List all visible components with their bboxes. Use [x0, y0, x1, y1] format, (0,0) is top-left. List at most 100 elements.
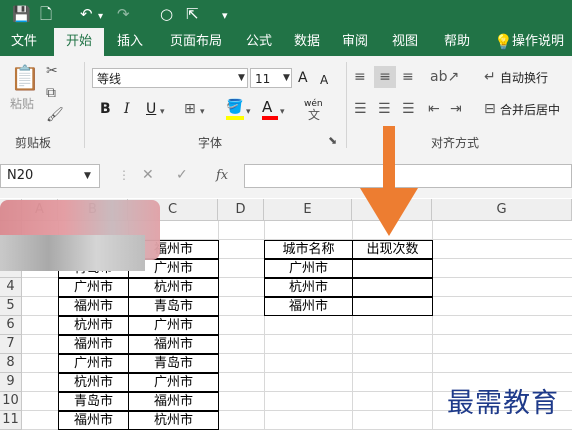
city-cell[interactable]: 福州市 [264, 297, 353, 316]
column-header[interactable]: G [432, 199, 572, 221]
chevron-down-icon[interactable]: ▾ [160, 103, 165, 121]
city-cell[interactable]: 广州市 [264, 259, 353, 278]
tell-me-search[interactable]: 操作说明 [512, 28, 572, 56]
italic-button[interactable]: I [124, 101, 130, 117]
tab-data[interactable]: 数据 [286, 28, 328, 56]
align-left-icon[interactable]: ☰ [354, 100, 367, 118]
pointer-icon[interactable]: ⇱ [186, 4, 199, 24]
wrap-text-button[interactable]: 自动换行 [500, 70, 548, 86]
increase-indent-icon[interactable]: ⇥ [450, 100, 462, 118]
cell-c[interactable]: 杭州市 [128, 411, 219, 430]
count-cell[interactable] [352, 278, 433, 297]
count-cell[interactable] [352, 259, 433, 278]
cut-icon[interactable]: ✂ [46, 62, 58, 80]
dialog-launcher-icon[interactable]: ⬊ [328, 132, 337, 150]
row-header[interactable]: 7 [0, 335, 22, 354]
cell-b[interactable]: 杭州市 [58, 316, 129, 335]
row-header[interactable]: 9 [0, 373, 22, 392]
chevron-down-icon[interactable]: ▾ [280, 103, 285, 121]
cell-c[interactable]: 广州市 [128, 316, 219, 335]
city-cell[interactable]: 杭州市 [264, 278, 353, 297]
tab-file[interactable]: 文件 [0, 28, 48, 56]
more-options-icon: ⋮ [118, 168, 130, 182]
cell-b[interactable]: 杭州市 [58, 373, 129, 392]
row-header[interactable]: 6 [0, 316, 22, 335]
insert-function-button[interactable]: fx [216, 168, 228, 184]
format-painter-icon[interactable]: 🖌 [46, 106, 64, 124]
align-center-icon[interactable]: ☰ [378, 100, 391, 118]
undo-dropdown-icon[interactable]: ▾ [98, 7, 103, 27]
cell-c[interactable]: 福州市 [128, 335, 219, 354]
merge-center-icon[interactable]: ⊟ [484, 100, 496, 118]
tab-formulas[interactable]: 公式 [238, 28, 280, 56]
blurred-header [0, 235, 145, 271]
cell-c[interactable]: 广州市 [128, 373, 219, 392]
column-header[interactable]: E [264, 199, 352, 221]
bold-button[interactable]: B [100, 101, 111, 117]
copy-icon[interactable]: ⧉ [46, 84, 56, 102]
lightbulb-icon[interactable]: 💡 [494, 28, 513, 56]
wrap-text-icon[interactable]: ↵ [484, 68, 496, 86]
customize-toolbar-icon[interactable]: ▾ [222, 6, 228, 26]
redo-icon[interactable]: ↷ [117, 4, 130, 24]
city-name-header[interactable]: 城市名称 [264, 240, 353, 259]
chevron-down-icon[interactable]: ▼ [84, 167, 91, 185]
shrink-font-button[interactable]: A [320, 72, 328, 88]
count-cell[interactable] [352, 297, 433, 316]
font-name-select[interactable]: 等线 [92, 68, 248, 88]
cell-b[interactable]: 福州市 [58, 335, 129, 354]
count-header[interactable]: 出现次数 [352, 240, 433, 259]
arrow-head [360, 188, 418, 236]
merge-center-button[interactable]: 合并后居中 [500, 102, 560, 118]
column-header[interactable]: D [218, 199, 264, 221]
paste-icon[interactable]: 📋 [10, 64, 40, 92]
cell-b[interactable]: 青岛市 [58, 392, 129, 411]
align-top-icon[interactable]: ≡ [354, 68, 366, 86]
cell-b[interactable]: 广州市 [58, 278, 129, 297]
undo-icon[interactable]: ↶ [80, 4, 93, 24]
phonetic-icon[interactable]: 文 [308, 106, 320, 124]
tab-page-layout[interactable]: 页面布局 [160, 28, 232, 56]
align-right-icon[interactable]: ☰ [402, 100, 415, 118]
tab-help[interactable]: 帮助 [436, 28, 478, 56]
row-header[interactable]: 11 [0, 411, 22, 430]
circle-icon[interactable]: ○ [160, 4, 173, 24]
cell-b[interactable]: 福州市 [58, 411, 129, 430]
cell-c[interactable]: 青岛市 [128, 354, 219, 373]
row-header[interactable]: 10 [0, 392, 22, 411]
new-file-icon[interactable]: 🗋 [40, 4, 52, 24]
cell-b[interactable]: 广州市 [58, 354, 129, 373]
tab-home[interactable]: 开始 [54, 28, 104, 56]
group-divider [84, 62, 85, 148]
fill-color-icon[interactable]: 🪣 [226, 98, 243, 116]
chevron-down-icon[interactable]: ▾ [246, 103, 251, 121]
cancel-icon[interactable]: ✕ [142, 166, 154, 184]
underline-button[interactable]: U [146, 101, 156, 117]
save-icon[interactable]: 💾 [12, 4, 31, 24]
chevron-down-icon[interactable]: ▾ [200, 103, 205, 121]
fill-color-swatch [226, 116, 244, 120]
border-icon[interactable]: ⊞ [184, 100, 196, 118]
cell-c[interactable]: 福州市 [128, 392, 219, 411]
grow-font-button[interactable]: A [298, 70, 308, 86]
align-bottom-icon[interactable]: ≡ [402, 68, 414, 86]
row-header[interactable]: 4 [0, 278, 22, 297]
row-header[interactable]: 5 [0, 297, 22, 316]
ribbon-tabs: 文件 开始 插入 页面布局 公式 数据 审阅 视图 帮助 💡 操作说明 [0, 28, 572, 56]
tab-insert[interactable]: 插入 [108, 28, 152, 56]
paste-button[interactable]: 粘贴 [10, 96, 34, 112]
orientation-icon[interactable]: ab↗ [430, 68, 459, 86]
decrease-indent-icon[interactable]: ⇤ [428, 100, 440, 118]
tab-view[interactable]: 视图 [384, 28, 426, 56]
cell-c[interactable]: 杭州市 [128, 278, 219, 297]
font-color-icon[interactable]: A [262, 98, 272, 116]
cell-b[interactable]: 福州市 [58, 297, 129, 316]
alignment-group-label: 对齐方式 [430, 136, 479, 150]
align-middle-icon[interactable]: ≡ [374, 66, 396, 88]
tab-review[interactable]: 审阅 [334, 28, 376, 56]
chevron-down-icon: ▼ [283, 73, 290, 83]
clipboard-group-label: 剪贴板 [14, 136, 51, 150]
row-header[interactable]: 8 [0, 354, 22, 373]
cell-c[interactable]: 青岛市 [128, 297, 219, 316]
enter-icon[interactable]: ✓ [176, 166, 188, 184]
